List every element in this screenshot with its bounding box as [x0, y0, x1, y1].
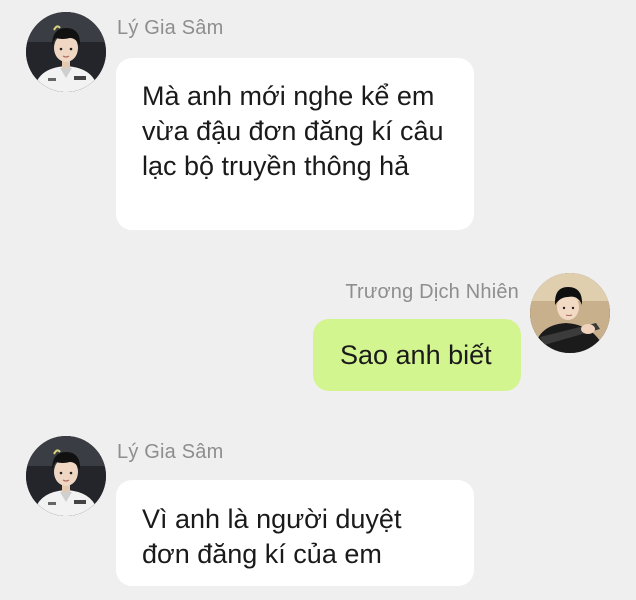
message-bubble[interactable]: Mà anh mới nghe kể em vừa đậu đơn đăng k… [116, 58, 474, 230]
avatar-ly-gia-sam-icon [26, 436, 106, 516]
sender-name: Lý Gia Sâm [117, 17, 224, 39]
message-bubble[interactable]: Sao anh biết [313, 319, 521, 391]
sender-avatar[interactable] [530, 273, 610, 353]
sender-name: Trương Dịch Nhiên [345, 281, 519, 303]
sender-name: Lý Gia Sâm [117, 441, 224, 463]
avatar-truong-dich-nhien-icon [530, 273, 610, 353]
sender-avatar[interactable] [26, 12, 106, 92]
avatar-ly-gia-sam-icon [26, 12, 106, 92]
message-bubble[interactable]: Vì anh là người duyệt đơn đăng kí của em [116, 480, 474, 586]
chat-thread: Lý Gia Sâm Mà anh mới nghe kể em vừa đậu… [0, 0, 636, 600]
sender-avatar[interactable] [26, 436, 106, 516]
